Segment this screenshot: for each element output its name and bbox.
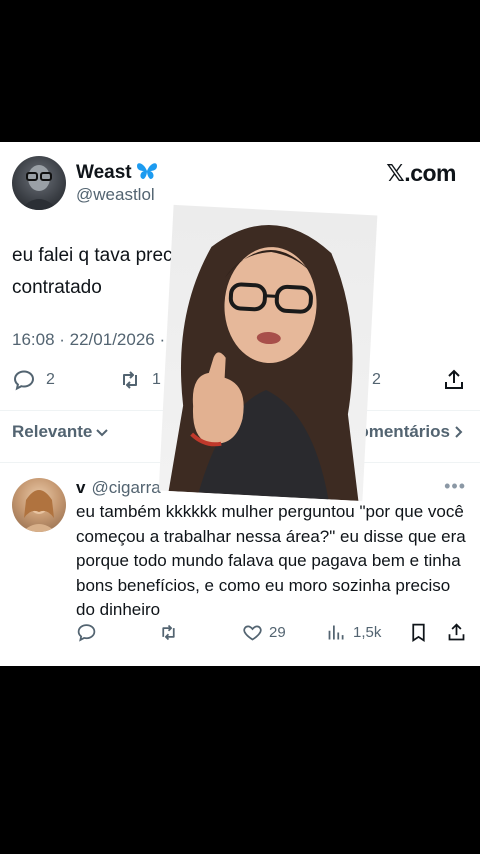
reply-share-button[interactable] [446, 622, 467, 643]
reply-button[interactable]: 2 [12, 368, 55, 392]
share-icon [445, 369, 463, 389]
reply-avatar[interactable] [12, 478, 66, 532]
sort-label: Relevante [12, 422, 93, 441]
reply-icon [13, 370, 35, 391]
bookmark-icon [412, 623, 425, 643]
author-name[interactable]: Weast [76, 161, 158, 187]
timestamp: 16:08 · 22/01/2026 · [12, 330, 170, 349]
reply-views-button[interactable]: 1,5k [326, 622, 381, 643]
reply-text: eu também kkkkkk mulher perguntou "por q… [76, 502, 466, 619]
butterfly-icon [136, 161, 158, 187]
reply-count: 2 [46, 371, 55, 388]
x-logo: 𝕏.com [386, 160, 456, 186]
reply-actions: 29 1,5k [0, 622, 480, 648]
reply-author-name[interactable]: v [76, 478, 85, 497]
sort-dropdown[interactable]: Relevante [12, 422, 110, 442]
reply-header: v @cigarra [76, 478, 161, 498]
share-button[interactable] [442, 368, 466, 392]
chevron-down-icon [96, 429, 109, 437]
author-avatar[interactable] [12, 156, 66, 210]
reply-author-handle[interactable]: @cigarra [91, 478, 160, 497]
analytics-icon [328, 625, 344, 640]
bookmark-count: 2 [372, 371, 381, 388]
reply-retweet-button[interactable] [158, 622, 179, 643]
retweet-icon [162, 624, 175, 641]
retweet-count: 1 [152, 371, 161, 388]
reply-icon [77, 624, 96, 642]
retweet-button[interactable]: 1 [118, 368, 161, 392]
tweet-meta: 16:08 · 22/01/2026 · 9k [12, 330, 189, 350]
reply-like-button[interactable]: 29 [242, 622, 286, 643]
video-overlay-person [158, 204, 378, 502]
chevron-right-icon [455, 426, 463, 438]
reply-views-count: 1,5k [353, 624, 382, 641]
reply-like-count: 29 [269, 624, 286, 641]
reply-reply-button[interactable] [76, 622, 97, 643]
heart-icon [243, 625, 262, 641]
author-handle[interactable]: @weastlol [76, 185, 155, 205]
more-options-icon[interactable]: ••• [444, 476, 466, 497]
reply-bookmark-button[interactable] [408, 622, 429, 643]
share-icon [448, 623, 465, 641]
retweet-icon [123, 371, 137, 389]
